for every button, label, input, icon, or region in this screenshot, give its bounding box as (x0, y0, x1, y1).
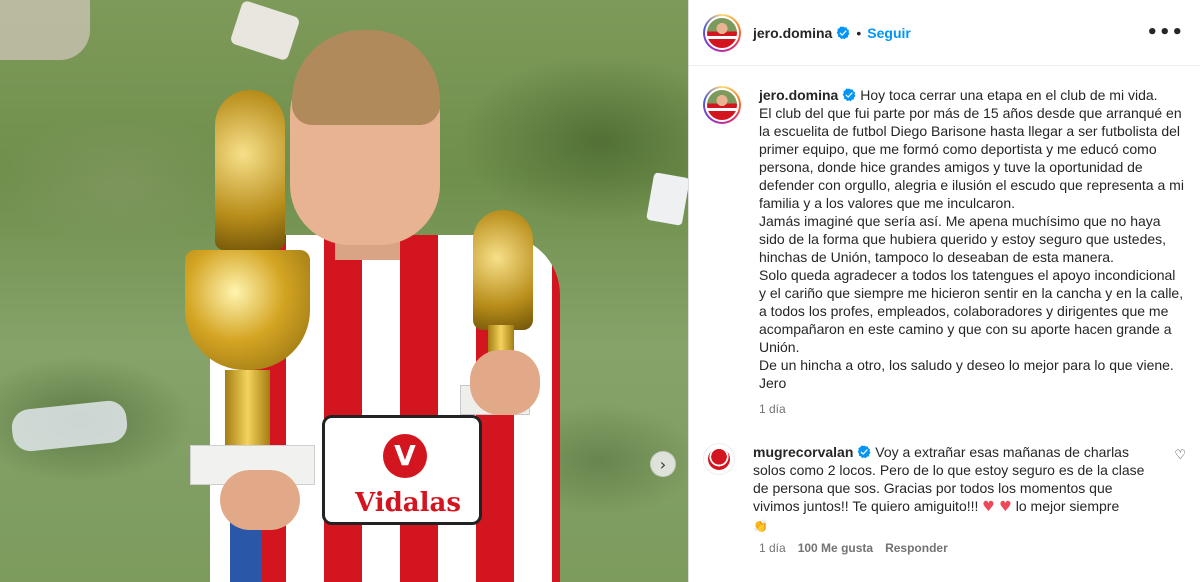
big-trophy (160, 90, 335, 490)
comment-meta: 1 día 100 Me gusta Responder (759, 541, 1186, 555)
caption-username[interactable]: jero.domina (759, 87, 838, 103)
verified-icon (837, 25, 850, 39)
debris (646, 172, 688, 226)
header-username[interactable]: jero.domina (753, 25, 832, 41)
caption-line: El club del que fui parte por más de 15 … (759, 105, 1184, 211)
trophy-stem (225, 370, 270, 450)
caption-line-text: Hoy toca cerrar una etapa en el club de … (860, 87, 1158, 103)
more-options-icon[interactable]: ••• (1146, 22, 1184, 43)
trophy-figure (215, 90, 285, 250)
caption-text: jero.domina Hoy toca cerrar una etapa en… (759, 86, 1186, 392)
comment-likes-count[interactable]: 100 Me gusta (798, 541, 873, 555)
post-header: jero.domina • Seguir ••• (689, 0, 1200, 66)
next-image-button[interactable]: › (650, 451, 676, 477)
clap-emoji-icon: 👏 (753, 519, 768, 533)
debris (0, 0, 90, 60)
caption-timestamp[interactable]: 1 día (759, 402, 1186, 416)
post-image: V Vidalas › (0, 0, 688, 582)
reply-button[interactable]: Responder (885, 541, 948, 555)
trophy-cup (185, 250, 310, 370)
post-dialog: V Vidalas › jero.domina • Seguir ••• jer… (0, 0, 1200, 582)
commenter-avatar[interactable] (703, 443, 735, 475)
avatar-image (705, 88, 739, 122)
follow-button[interactable]: Seguir (867, 25, 911, 41)
like-comment-heart-icon[interactable]: ♡ (1174, 448, 1186, 463)
sponsor-logo-text: Vidalas (355, 488, 461, 518)
avatar-image (705, 15, 739, 50)
shirt-sponsor-logo: V Vidalas (322, 415, 482, 525)
caption-line: jero.domina Hoy toca cerrar una etapa en… (759, 86, 1186, 104)
post-sidebar: jero.domina • Seguir ••• jero.domina Hoy… (688, 0, 1200, 582)
caption-line: Solo queda agradecer a todos los tatengu… (759, 267, 1184, 355)
avatar[interactable] (703, 86, 741, 124)
avatar-image (708, 448, 730, 470)
verified-icon (858, 445, 871, 459)
caption: jero.domina Hoy toca cerrar una etapa en… (703, 86, 1186, 392)
comment-username[interactable]: mugrecorvalan (753, 444, 853, 460)
comments-area: jero.domina Hoy toca cerrar una etapa en… (689, 66, 1200, 555)
separator-dot: • (856, 24, 862, 41)
comment-body-end: lo mejor siempre (1011, 498, 1120, 514)
kid-hand (470, 350, 540, 415)
comment-timestamp[interactable]: 1 día (759, 541, 786, 555)
chevron-right-icon: › (659, 454, 667, 474)
caption-line: Jamás imaginé que sería así. Me apena mu… (759, 213, 1167, 265)
caption-line: De un hincha a otro, los saludo y deseo … (759, 357, 1174, 373)
comment: mugrecorvalan Voy a extrañar esas mañana… (703, 443, 1186, 535)
heart-emoji-icon: ♥ ♥ (982, 499, 1012, 515)
sponsor-logo-letter: V (383, 434, 427, 478)
comment-text: mugrecorvalan Voy a extrañar esas mañana… (753, 443, 1153, 535)
avatar[interactable] (703, 13, 741, 52)
caption-line: Jero (759, 375, 787, 391)
trophy-figure (473, 210, 533, 330)
kid-hand (220, 470, 300, 530)
verified-icon (843, 88, 856, 102)
